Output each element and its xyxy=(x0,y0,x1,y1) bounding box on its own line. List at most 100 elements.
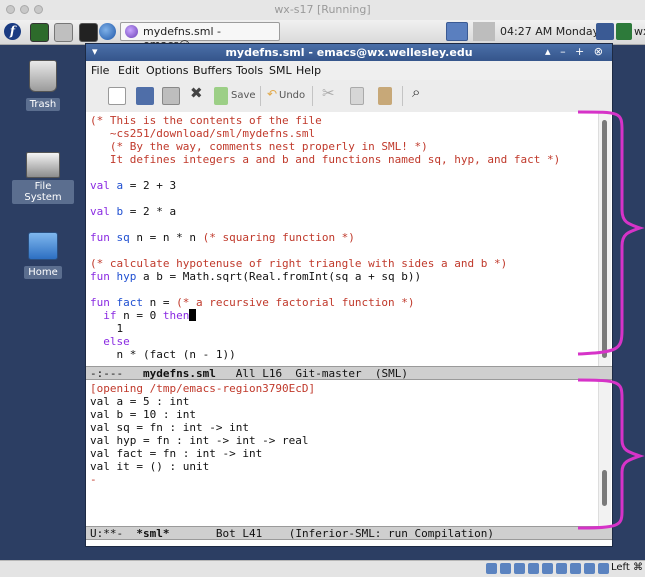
harddisk-icon[interactable] xyxy=(486,563,497,574)
vm-status-bar: Left ⌘ xyxy=(0,560,645,577)
desktop-icon-label: File System xyxy=(12,180,74,204)
repl-line: [opening /tmp/emacs-region3790EcD] xyxy=(90,382,316,395)
fedora-menu-icon[interactable]: f xyxy=(4,23,21,40)
code-line: 1 xyxy=(90,322,124,335)
home-folder-icon xyxy=(28,232,58,260)
dired-icon[interactable] xyxy=(162,87,180,105)
menu-file[interactable]: File xyxy=(91,64,109,77)
desktop-icon-label: Home xyxy=(24,266,62,279)
undo-button[interactable]: Undo xyxy=(279,90,305,108)
code-line: val a = 2 + 3 xyxy=(90,179,177,192)
menu-help[interactable]: Help xyxy=(296,64,321,77)
toolbar-separator xyxy=(260,86,261,106)
workspace-switcher[interactable] xyxy=(446,22,468,41)
clock[interactable]: 04:27 AM Monday xyxy=(500,25,599,38)
mode-line-buffer: mydefns.sml xyxy=(143,367,216,380)
repl-line: val b = 10 : int xyxy=(90,408,196,421)
menu-options[interactable]: Options xyxy=(146,64,188,77)
emacs-menubar: File Edit Options Buffers Tools SML Help xyxy=(86,61,612,81)
window-controls[interactable]: ▴ – + ⊗ xyxy=(545,45,606,58)
code-line: n * (fact (n - 1)) xyxy=(90,348,236,361)
mode-line-buffer: *sml* xyxy=(136,527,170,540)
sml-repl[interactable]: [opening /tmp/emacs-region3790EcD] val a… xyxy=(86,380,612,526)
mode-line-position: All L16 xyxy=(235,367,283,380)
network-adapter-icon[interactable] xyxy=(556,563,567,574)
mode-line-status: U:**- xyxy=(90,527,124,540)
recording-icon[interactable] xyxy=(570,563,581,574)
emacs-toolbar: ✖ Save ↶ Undo ✂ ⌕ xyxy=(86,80,612,113)
emacs-title: mydefns.sml - emacs@wx.wellesley.edu xyxy=(225,46,473,59)
search-icon[interactable]: ⌕ xyxy=(412,83,420,101)
mode-line-mode: (Inferior-SML: run Compilation) xyxy=(288,527,495,540)
vm-window-title: wx-s17 [Running] xyxy=(274,3,371,16)
code-line: fun hyp a b = Math.sqrt(Real.fromInt(sq … xyxy=(90,270,422,283)
drive-icon xyxy=(26,152,60,178)
workspace-switcher-empty[interactable] xyxy=(473,22,495,41)
menu-edit[interactable]: Edit xyxy=(118,64,139,77)
system-monitor-icon[interactable] xyxy=(30,23,49,42)
mode-line-mode: (SML) xyxy=(374,367,408,380)
file-manager-icon[interactable] xyxy=(54,23,73,42)
editor-scrollbar-thumb[interactable] xyxy=(602,120,607,358)
save-icon[interactable] xyxy=(214,87,228,105)
code-line: (* This is the contents of the file xyxy=(90,114,322,127)
display-icon[interactable] xyxy=(542,563,553,574)
usb-icon[interactable] xyxy=(514,563,525,574)
optical-drive-icon[interactable] xyxy=(500,563,511,574)
desktop-icon-home[interactable]: Home xyxy=(12,232,74,279)
network-icon[interactable] xyxy=(596,23,614,40)
terminal-icon[interactable] xyxy=(79,23,98,42)
repl-line: val a = 5 : int xyxy=(90,395,190,408)
vm-window-titlebar: wx-s17 [Running] xyxy=(0,0,645,21)
mode-line-bottom[interactable]: U:**- *sml* Bot L41 (Inferior-SML: run C… xyxy=(86,526,612,540)
host-key-label: Left ⌘ xyxy=(611,562,643,573)
trash-icon xyxy=(29,60,57,92)
mode-line-vc: Git-master xyxy=(295,367,362,380)
emacs-icon xyxy=(125,25,138,38)
code-editor[interactable]: (* This is the contents of the file ~cs2… xyxy=(86,112,612,366)
code-line: fun fact n = (* a recursive factorial fu… xyxy=(90,296,415,309)
browser-icon[interactable] xyxy=(99,23,116,40)
open-folder-icon[interactable] xyxy=(136,87,154,105)
taskbar-emacs-button[interactable]: mydefns.sml - emacs@... xyxy=(120,22,280,51)
update-icon[interactable] xyxy=(616,23,632,40)
toolbar-separator xyxy=(402,86,403,106)
paste-icon[interactable] xyxy=(378,87,392,105)
code-line: ~cs251/download/sml/mydefns.sml xyxy=(90,127,316,140)
undo-icon[interactable]: ↶ xyxy=(267,87,277,105)
text-cursor xyxy=(189,309,197,321)
menu-buffers[interactable]: Buffers xyxy=(193,64,232,77)
repl-prompt: - xyxy=(90,473,97,486)
emacs-titlebar[interactable]: ▾ mydefns.sml - emacs@wx.wellesley.edu ▴… xyxy=(86,44,612,61)
menu-sml[interactable]: SML xyxy=(269,64,292,77)
code-line: if n = 0 then xyxy=(90,309,197,322)
mouse-integration-icon[interactable] xyxy=(598,563,609,574)
repl-line: val sq = fn : int -> int xyxy=(90,421,249,434)
new-file-icon[interactable] xyxy=(108,87,126,105)
code-line: val b = 2 * a xyxy=(90,205,177,218)
editor-scrollbar[interactable] xyxy=(598,112,611,366)
user-label[interactable]: wx xyxy=(634,25,645,38)
repl-scrollbar[interactable] xyxy=(598,380,611,526)
cpu-icon[interactable] xyxy=(584,563,595,574)
cut-icon[interactable]: ✂ xyxy=(322,84,335,102)
repl-line: val fact = fn : int -> int xyxy=(90,447,263,460)
emacs-window: ▾ mydefns.sml - emacs@wx.wellesley.edu ▴… xyxy=(86,44,612,546)
code-line: (* calculate hypotenuse of right triangl… xyxy=(90,257,508,270)
close-buffer-icon[interactable]: ✖ xyxy=(190,84,203,102)
code-line: (* By the way, comments nest properly in… xyxy=(90,140,428,153)
desktop-icon-filesystem[interactable]: File System xyxy=(12,152,74,204)
copy-icon[interactable] xyxy=(350,87,364,105)
shared-folder-icon[interactable] xyxy=(528,563,539,574)
repl-scrollbar-thumb[interactable] xyxy=(602,470,607,506)
repl-line: val hyp = fn : int -> int -> real xyxy=(90,434,309,447)
save-button[interactable]: Save xyxy=(231,90,256,108)
top-panel: f mydefns.sml - emacs@... 04:27 AM Monda… xyxy=(0,20,645,51)
code-line: fun sq n = n * n (* squaring function *) xyxy=(90,231,355,244)
mode-line-position: Bot L41 xyxy=(215,527,263,540)
desktop-icon-label: Trash xyxy=(25,98,61,111)
mode-line-top[interactable]: -:--- mydefns.sml All L16 Git-master (SM… xyxy=(86,366,612,380)
desktop-icon-trash[interactable]: Trash xyxy=(12,60,74,111)
toolbar-separator xyxy=(312,86,313,106)
menu-tools[interactable]: Tools xyxy=(236,64,263,77)
